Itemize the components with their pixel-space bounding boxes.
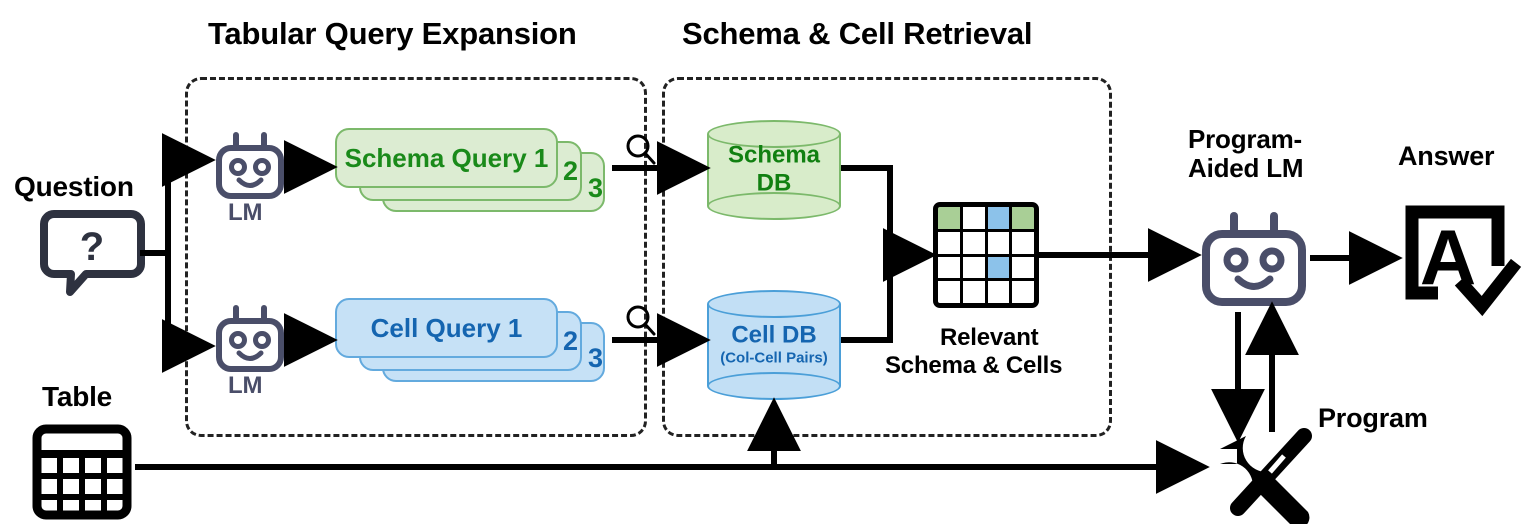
relevant-grid-cell-r3-c3: [987, 256, 1010, 279]
cell-db-title: Cell DB: [731, 321, 817, 349]
schema-query-stack-number-2: 2: [563, 156, 579, 186]
schema-db-title: Schema: [727, 141, 821, 169]
cell-query-card-stack: Cell Query 1 2 3: [335, 298, 625, 388]
magnifier-icon-cell: [626, 305, 656, 336]
schema-query-card-stack: Schema Query 1 2 3: [335, 128, 625, 218]
relevant-caption-line1: Relevant: [940, 324, 1039, 351]
schema-query-card-1[interactable]: Schema Query 1: [335, 128, 558, 188]
relevant-grid-cell-r1-c2: [962, 207, 985, 229]
cell-db-text: Cell DB (Col-Cell Pairs): [707, 321, 841, 368]
lm-robot-icon-bottom: [216, 305, 284, 372]
relevant-grid-cell-r3-c1: [938, 256, 960, 279]
program-label: Program: [1318, 403, 1428, 433]
relevant-grid-cell-r4-c2: [962, 281, 985, 303]
schema-db-cylinder[interactable]: Schema DB: [707, 120, 841, 220]
table-grid-icon: [32, 424, 132, 520]
cell-query-stack-number-3: 3: [588, 343, 604, 373]
cell-db-top-ellipse: [707, 290, 841, 318]
schema-db-subtitle: DB: [756, 169, 792, 197]
table-label: Table: [42, 381, 113, 412]
stage-title-schema-cell-retrieval: Schema & Cell Retrieval: [682, 16, 1033, 51]
relevant-grid-cell-r1-c3: [987, 207, 1010, 229]
stage-title-tabular-query-expansion: Tabular Query Expansion: [208, 16, 577, 51]
relevant-caption-line2: Schema & Cells: [885, 352, 1063, 379]
relevant-grid-cell-r2-c2: [962, 231, 985, 254]
cell-query-stack-number-2: 2: [563, 326, 579, 356]
program-aided-lm-robot-icon[interactable]: [1198, 212, 1310, 308]
schema-db-text: Schema DB: [707, 141, 841, 198]
relevant-grid-cell-r4-c1: [938, 281, 960, 303]
question-speech-bubble-icon: ?: [40, 210, 145, 296]
relevant-grid-cell-r4-c4: [1012, 281, 1034, 303]
magnifier-icon-schema: [626, 134, 656, 165]
relevant-grid-cell-r2-c4: [1012, 231, 1034, 254]
svg-text:?: ?: [80, 225, 104, 269]
schema-query-stack-number-3: 3: [588, 173, 604, 203]
cell-query-card-1[interactable]: Cell Query 1: [335, 298, 558, 358]
relevant-grid-cell-r1-c1: [938, 207, 960, 229]
relevant-grid-cell-r3-c4: [1012, 256, 1034, 279]
cell-db-bottom-ellipse: [707, 372, 841, 400]
relevant-grid-cell-r4-c3: [987, 281, 1010, 303]
program-wrench-screwdriver-icon[interactable]: [1212, 420, 1322, 524]
question-label: Question: [14, 171, 134, 202]
lm-label-bottom: LM: [228, 372, 263, 399]
cell-db-subtitle: (Col-Cell Pairs): [720, 349, 828, 367]
relevant-grid-cell-r2-c3: [987, 231, 1010, 254]
answer-check-box-icon: A: [1405, 205, 1522, 317]
relevant-grid-cell-r3-c2: [962, 256, 985, 279]
lm-robot-icon-top: [216, 132, 284, 199]
relevant-grid-cell-r1-c4: [1012, 207, 1034, 229]
cell-db-cylinder[interactable]: Cell DB (Col-Cell Pairs): [707, 290, 841, 400]
answer-label: Answer: [1398, 141, 1495, 171]
program-aided-lm-label-line1: Program-: [1188, 124, 1302, 154]
lm-label-top: LM: [228, 199, 263, 226]
relevant-grid-cell-r2-c1: [938, 231, 960, 254]
relevant-schema-cells-grid[interactable]: [933, 202, 1039, 308]
program-aided-lm-label-line2: Aided LM: [1188, 153, 1304, 183]
